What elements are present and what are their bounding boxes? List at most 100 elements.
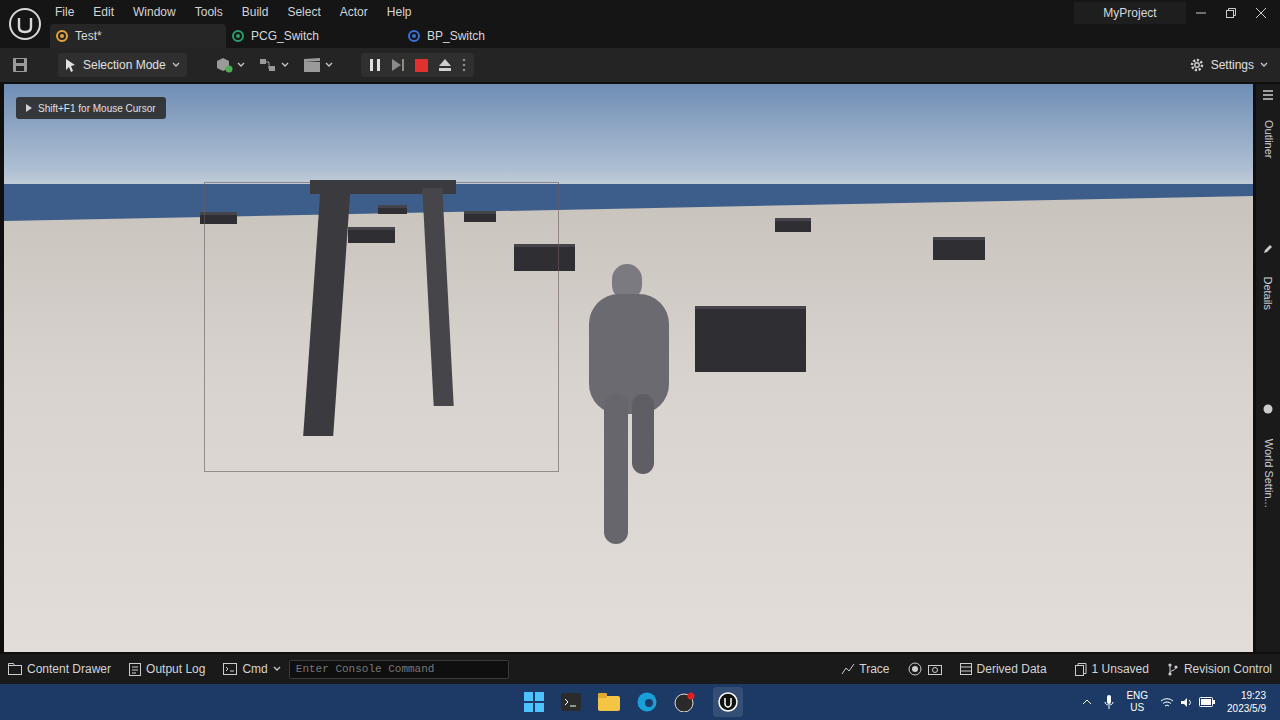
cmd-dropdown[interactable]: Cmd	[223, 660, 280, 678]
side-panel-label: World Settin...	[1260, 439, 1277, 508]
cinematics-icon[interactable]	[303, 57, 321, 73]
cube	[200, 212, 237, 224]
cube	[695, 306, 806, 372]
document-tab[interactable]: BP_Switch	[402, 24, 578, 48]
settings-label: Settings	[1211, 56, 1254, 74]
unreal-logo-icon[interactable]	[8, 7, 42, 41]
game-viewport[interactable]: Shift+F1 for Mouse Cursor	[4, 84, 1253, 652]
edge-icon[interactable]	[637, 692, 657, 712]
stop-icon[interactable]	[415, 59, 428, 72]
hint-text: Shift+F1 for Mouse Cursor	[38, 101, 156, 116]
tab-label: Test*	[75, 27, 102, 45]
play-icon	[26, 104, 32, 112]
character-leg	[632, 394, 654, 474]
menu-item[interactable]: Window	[133, 3, 176, 21]
status-bar: Content Drawer Output Log Cmd Trace Derived …	[0, 654, 1280, 684]
minimize-icon[interactable]	[1196, 8, 1206, 18]
more-icon[interactable]	[462, 58, 466, 72]
taskbar: ENGUS 19:232023/5/9	[0, 684, 1280, 720]
side-panel-tab[interactable]: Details	[1258, 244, 1278, 328]
folder-icon	[8, 663, 22, 675]
cursor-icon	[65, 58, 77, 72]
close-icon[interactable]	[1256, 8, 1266, 18]
trace-label: Trace	[859, 660, 889, 678]
files-icon	[1075, 663, 1087, 676]
data-icon	[960, 663, 972, 675]
cube	[933, 237, 985, 260]
terminal-app-icon[interactable]	[561, 693, 581, 711]
mode-label: Selection Mode	[83, 56, 166, 74]
derived-data-button[interactable]: Derived Data	[960, 660, 1047, 678]
trace-button[interactable]: Trace	[841, 660, 889, 678]
asset-type-icon	[232, 30, 244, 42]
language-label: ENG	[1126, 690, 1148, 702]
date-label: 2023/5/9	[1227, 702, 1266, 715]
time-label: 19:23	[1241, 689, 1266, 702]
tab-label: PCG_Switch	[251, 27, 319, 45]
menu-item[interactable]: Select	[287, 3, 320, 21]
derived-data-label: Derived Data	[977, 660, 1047, 678]
log-icon	[129, 663, 141, 676]
layout-label: US	[1130, 702, 1144, 714]
toolbar: Selection Mode Settings	[0, 48, 1280, 82]
trigger-volume	[204, 182, 559, 472]
save-icon[interactable]	[12, 57, 28, 73]
play-controls	[361, 53, 474, 77]
cube	[378, 205, 407, 214]
menu-item[interactable]: Tools	[195, 3, 223, 21]
restore-icon[interactable]	[1226, 8, 1236, 18]
tab-label: BP_Switch	[427, 27, 485, 45]
language-indicator[interactable]: ENGUS	[1126, 690, 1148, 714]
project-label: MyProject	[1103, 4, 1156, 22]
settings-button[interactable]: Settings	[1189, 56, 1268, 74]
output-log-button[interactable]: Output Log	[129, 660, 205, 678]
menu-item[interactable]: Actor	[340, 3, 368, 21]
globe-icon	[1263, 404, 1273, 414]
document-tab[interactable]: PCG_Switch	[226, 24, 402, 48]
menu-item[interactable]: Build	[242, 3, 269, 21]
obs-icon[interactable]	[674, 692, 696, 712]
eject-icon[interactable]	[438, 58, 452, 72]
side-panel-tab[interactable]: World Settin...	[1258, 404, 1278, 528]
file-explorer-icon[interactable]	[598, 693, 620, 711]
trace-icon	[841, 663, 855, 675]
record-icon[interactable]	[908, 662, 922, 676]
chevron-up-icon[interactable]	[1082, 699, 1092, 705]
pause-icon[interactable]	[369, 58, 381, 72]
character-leg	[604, 394, 628, 544]
start-icon[interactable]	[524, 692, 544, 712]
clock[interactable]: 19:232023/5/9	[1227, 689, 1266, 715]
blueprint-icon[interactable]	[259, 57, 277, 73]
menu-item[interactable]: File	[55, 3, 74, 21]
side-panel-bar: Outliner Details World Settin...	[1256, 84, 1280, 652]
unsaved-button[interactable]: 1 Unsaved	[1075, 660, 1149, 678]
step-icon[interactable]	[391, 58, 405, 72]
wifi-icon[interactable]	[1160, 697, 1174, 708]
menu-item[interactable]: Help	[387, 3, 412, 21]
selection-mode-dropdown[interactable]: Selection Mode	[58, 53, 187, 77]
content-drawer-label: Content Drawer	[27, 660, 111, 678]
camera-icon[interactable]	[928, 663, 942, 675]
mouse-hint: Shift+F1 for Mouse Cursor	[16, 97, 166, 119]
side-panel-label: Outliner	[1260, 120, 1277, 159]
unsaved-label: 1 Unsaved	[1092, 660, 1149, 678]
content-drawer-button[interactable]: Content Drawer	[8, 660, 111, 678]
cube	[514, 244, 575, 271]
microphone-icon[interactable]	[1104, 695, 1114, 709]
side-panel-tab[interactable]: Outliner	[1258, 90, 1278, 174]
asset-type-icon	[56, 30, 68, 42]
add-actor-icon[interactable]	[215, 57, 233, 73]
menu-item[interactable]: Edit	[93, 3, 114, 21]
battery-icon[interactable]	[1199, 697, 1215, 707]
console-input[interactable]	[289, 660, 509, 679]
speaker-icon[interactable]	[1180, 697, 1193, 708]
caret-icon	[273, 666, 281, 672]
caret-icon	[237, 62, 245, 68]
branch-icon	[1167, 663, 1179, 676]
revision-control-button[interactable]: Revision Control	[1167, 660, 1272, 678]
unreal-app-icon[interactable]	[718, 692, 738, 712]
cube	[775, 218, 811, 232]
character-torso	[589, 294, 669, 414]
side-panel-label: Details	[1260, 276, 1277, 310]
document-tab[interactable]: Test*	[50, 24, 226, 48]
